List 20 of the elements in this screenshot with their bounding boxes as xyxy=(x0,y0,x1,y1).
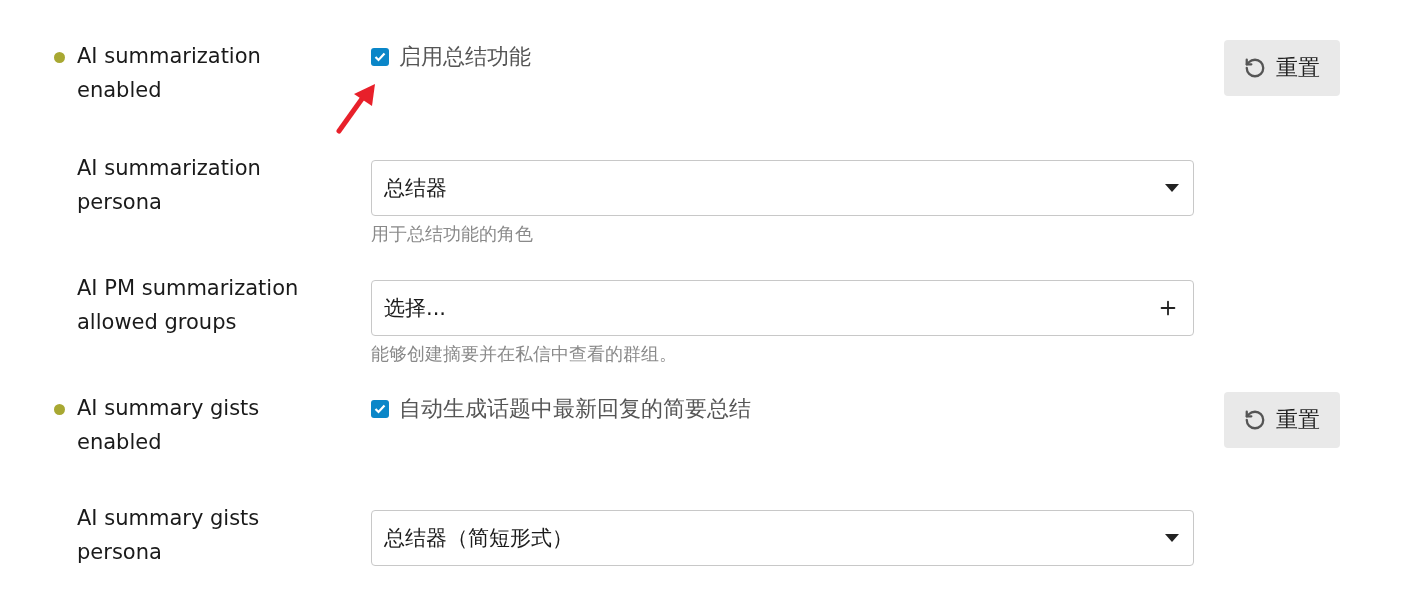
undo-icon xyxy=(1244,57,1266,79)
reset-button[interactable]: 重置 xyxy=(1224,40,1340,96)
persona-dropdown[interactable]: 总结器（简短形式） xyxy=(371,510,1194,566)
persona-dropdown[interactable]: 总结器 xyxy=(371,160,1194,216)
setting-label: AI summary gists persona xyxy=(77,505,261,566)
caret-icon xyxy=(1165,184,1179,192)
setting-label: AI summarization enabled xyxy=(77,43,262,104)
reset-button[interactable]: 重置 xyxy=(1224,392,1340,448)
caret-icon xyxy=(1165,534,1179,542)
checkbox-label: 启用总结功能 xyxy=(399,43,531,71)
checkbox[interactable] xyxy=(371,400,389,418)
checkbox[interactable] xyxy=(371,48,389,66)
checkbox-label: 自动生成话题中最新回复的简要总结 xyxy=(399,395,751,423)
setting-description: 用于总结功能的角色 xyxy=(371,222,534,246)
setting-label: AI summary gists enabled xyxy=(77,395,261,456)
setting-label: AI summarization persona xyxy=(77,155,262,216)
undo-icon xyxy=(1244,409,1266,431)
group-picker[interactable]: 选择... xyxy=(371,280,1194,336)
setting-description: 能够创建摘要并在私信中查看的群组。 xyxy=(371,342,678,366)
setting-label: AI PM summarization allowed groups xyxy=(77,275,300,336)
